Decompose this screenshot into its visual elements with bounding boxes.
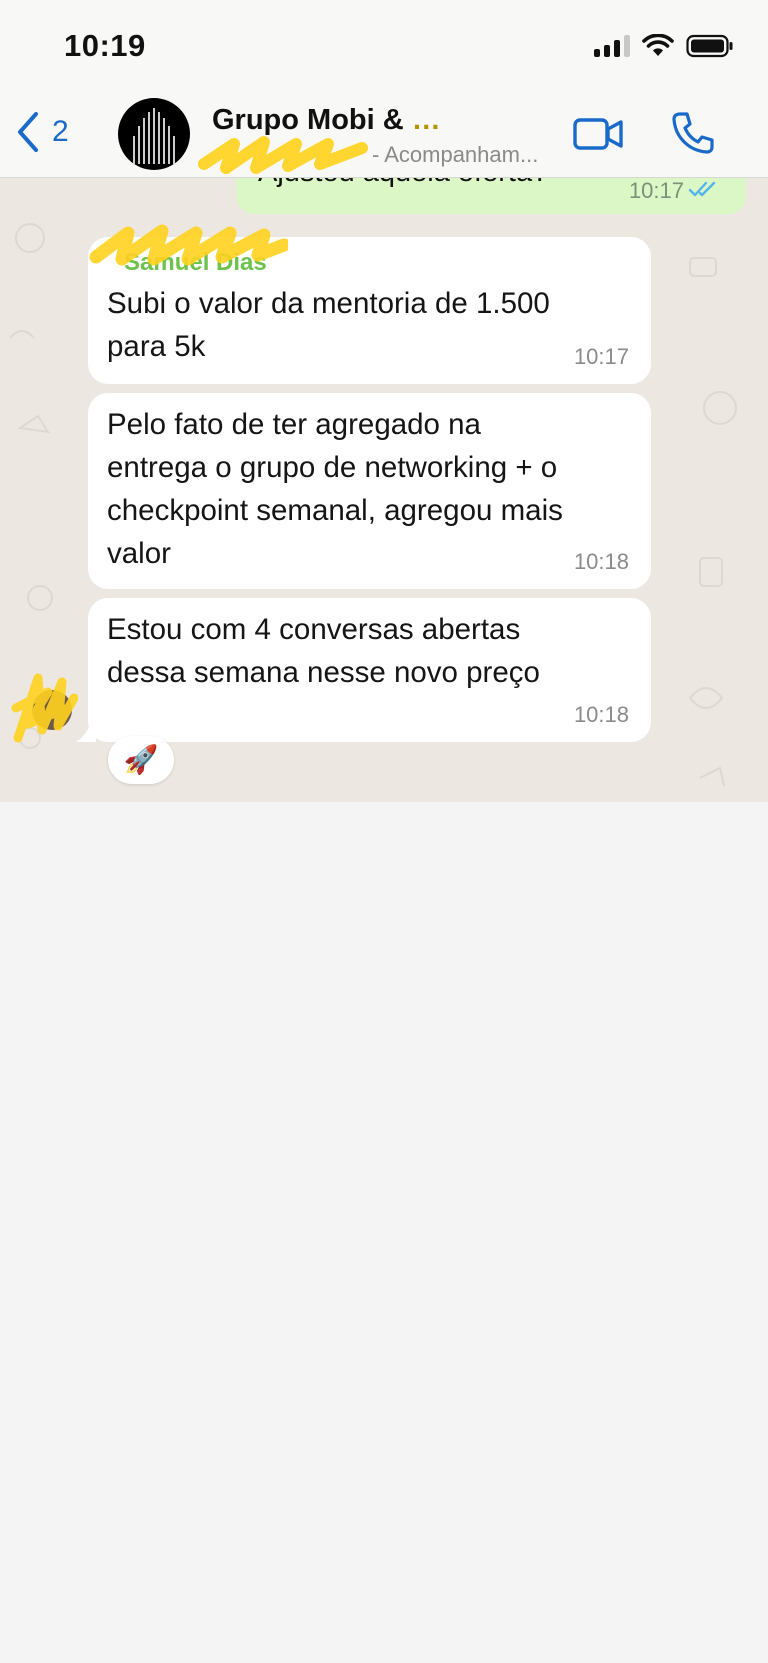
video-call-button[interactable] [572,114,624,159]
empty-area [0,802,768,1663]
incoming-message[interactable]: Pelo fato de ter agregado na entrega o g… [88,393,651,589]
phone-call-icon [672,112,714,154]
back-chevron-icon [18,112,38,152]
chat-title-text: Grupo Mobi & [212,104,404,136]
status-bar: 10:19 [0,0,768,92]
unread-count: 2 [52,115,69,148]
incoming-message[interactable]: Estou com 4 conversas abertas dessa sema… [88,598,651,742]
outgoing-message[interactable]: Ajustou aquela oferta? 10:17 [236,178,746,214]
message-time: 10:17 [573,344,629,369]
message-text: Pelo fato de ter agregado na entrega o g… [107,408,563,570]
group-avatar[interactable] [118,98,190,170]
video-call-icon [573,118,623,150]
bubble-tail [76,706,96,742]
chat-header: 2 Grupo Mobi & … - Acompanham... [0,92,768,236]
chat-subtitle: - Acompanham... [212,142,538,168]
wifi-icon [642,34,674,56]
whatsapp-chat-screen: 10:19 2 Grupo Mobi & … - Acompanham... 1… [0,0,768,1663]
voice-call-button[interactable] [670,110,716,161]
message-list[interactable]: Ajustou aquela oferta? 10:17 Samuel Dias… [0,178,768,802]
message-text: Subi o valor da mentoria de 1.500 para 5… [107,287,550,363]
message-text: Estou com 4 conversas abertas dessa sema… [107,613,540,689]
message-text: Ajustou aquela oferta? [258,178,548,189]
status-icons [594,34,734,58]
signal-icon [594,35,630,57]
message-time: 10:17 [628,178,684,203]
message-time: 10:18 [573,549,629,574]
sender-avatar[interactable] [32,690,72,730]
status-time: 10:19 [64,28,146,63]
read-ticks-icon [688,181,716,197]
sender-name: Samuel Dias [124,249,267,276]
building-logo-icon [133,108,175,164]
message-reaction[interactable]: 🚀 [108,736,174,784]
incoming-message[interactable]: Samuel Dias Subi o valor da mentoria de … [88,237,651,384]
chat-title[interactable]: Grupo Mobi & … [212,104,441,137]
chat-subtitle-text: - Acompanham... [372,142,539,167]
message-time: 10:18 [573,702,629,727]
battery-icon [686,34,733,58]
chat-title-suffix: … [411,104,441,136]
back-button[interactable]: 2 [14,110,69,154]
